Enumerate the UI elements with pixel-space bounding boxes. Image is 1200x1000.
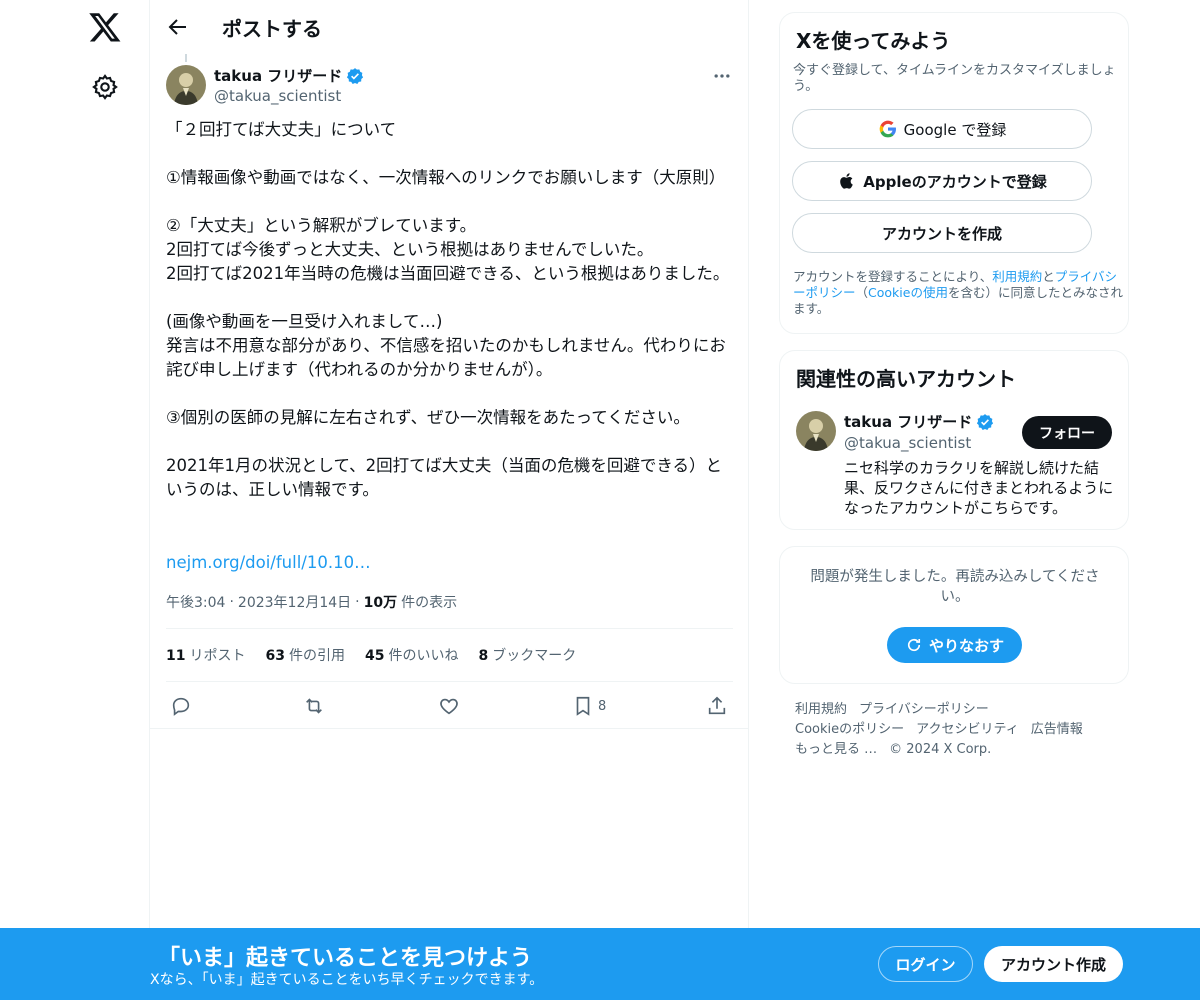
- tweet-stats: 11 リポスト 63 件の引用 45 件のいいね 8 ブックマーク: [166, 645, 576, 665]
- follow-button[interactable]: フォロー: [1022, 416, 1112, 449]
- footer-links: 利用規約 プライバシーポリシー Cookieのポリシー アクセシビリティ 広告情報 も…: [795, 700, 1125, 760]
- retry-button[interactable]: やりなおす: [887, 627, 1022, 663]
- related-bio: ニセ科学のカラクリを解説し続けた結果、反ワクさんに付きまとわれるようになったアカ…: [844, 459, 1114, 517]
- reposts-stat[interactable]: 11 リポスト: [166, 645, 245, 665]
- google-signup-label: Google で登録: [903, 120, 1007, 139]
- back-arrow-icon[interactable]: [166, 15, 190, 39]
- reply-icon: [172, 697, 190, 716]
- terms-link[interactable]: 利用規約: [992, 269, 1042, 284]
- bookmarks-stat[interactable]: 8 ブックマーク: [478, 645, 576, 665]
- quotes-stat[interactable]: 63 件の引用: [265, 645, 344, 665]
- top-bar: ポストする: [150, 0, 748, 56]
- error-card: 問題が発生しました。再読み込みしてください。 やりなおす: [779, 546, 1129, 684]
- footer-link[interactable]: 広告情報: [1031, 722, 1083, 737]
- copyright: © 2024 X Corp.: [889, 742, 992, 757]
- signup-banner: 「いま」起きていることを見つけよう Xなら、「いま」起きていることをいち早くチェ…: [0, 928, 1200, 1000]
- footer-link[interactable]: Cookieのポリシー: [795, 722, 904, 737]
- verified-badge-icon: [347, 67, 364, 84]
- login-button[interactable]: ログイン: [878, 946, 973, 982]
- like-button[interactable]: [438, 694, 462, 718]
- footer-link[interactable]: アクセシビリティ: [916, 722, 1019, 737]
- footer-link[interactable]: 利用規約: [795, 702, 847, 717]
- share-icon: [708, 696, 726, 715]
- action-bar: 8: [150, 690, 748, 722]
- main-column: ポストする takua フリザード @takua_scientist 「２回打て…: [150, 0, 749, 1000]
- related-handle[interactable]: @takua_scientist: [844, 434, 971, 452]
- tweet-meta: 午後3:04 · 2023年12月14日 · 10万 件の表示: [166, 592, 457, 612]
- google-icon: [879, 120, 896, 138]
- page-title: ポストする: [222, 17, 322, 41]
- related-title: 関連性の高いアカウント: [796, 367, 1016, 391]
- refresh-icon: [907, 638, 921, 652]
- page: ポストする takua フリザード @takua_scientist 「２回打て…: [0, 0, 1200, 1000]
- tweet-time[interactable]: 午後3:04: [166, 592, 225, 612]
- share-button[interactable]: [706, 694, 730, 718]
- meta-separator: ·: [229, 594, 234, 610]
- signup-card: Xを使ってみよう 今すぐ登録して、タイムラインをカスタマイズしましょう。 Goo…: [779, 12, 1129, 334]
- apple-icon: [840, 173, 854, 189]
- repost-icon: [306, 698, 322, 714]
- more-options-icon[interactable]: [712, 66, 732, 86]
- avatar[interactable]: [166, 65, 206, 105]
- apple-signup-label: Appleのアカウントで登録: [863, 172, 1047, 191]
- signup-subtitle: 今すぐ登録して、タイムラインをカスタマイズしましょう。: [793, 63, 1116, 94]
- terms-text: アカウントを登録することにより、利用規約とプライバシーポリシー（Cookieの使…: [793, 269, 1123, 316]
- author-name[interactable]: takua フリザード: [214, 65, 364, 86]
- tweet-link[interactable]: nejm.org/doi/full/10.10…: [166, 551, 371, 575]
- likes-stat[interactable]: 45 件のいいね: [365, 645, 458, 665]
- signup-title: Xを使ってみよう: [796, 29, 951, 53]
- thread-line: [185, 54, 187, 62]
- left-nav: [0, 0, 150, 1000]
- banner-subtitle: Xなら、「いま」起きていることをいち早くチェックできます。: [150, 972, 544, 988]
- footer-link[interactable]: プライバシーポリシー: [859, 702, 989, 717]
- related-accounts-card: 関連性の高いアカウント takua フリザード @takua_scientist…: [779, 350, 1129, 530]
- bookmark-button[interactable]: 8: [572, 694, 612, 718]
- repost-button[interactable]: [303, 694, 327, 718]
- retry-label: やりなおす: [928, 636, 1004, 655]
- divider: [150, 728, 748, 729]
- views-label: 件の表示: [401, 595, 458, 611]
- author-name-text: takua フリザード: [214, 67, 343, 85]
- x-logo-icon[interactable]: [88, 10, 122, 44]
- apple-signup-button[interactable]: Appleのアカウントで登録: [792, 161, 1092, 201]
- verified-badge-icon: [977, 413, 994, 430]
- cookie-link[interactable]: Cookieの使用: [868, 285, 948, 300]
- bookmark-count: 8: [598, 698, 607, 714]
- banner-create-account-button[interactable]: アカウント作成: [984, 946, 1123, 982]
- create-account-button[interactable]: アカウントを作成: [792, 213, 1092, 253]
- divider: [166, 681, 733, 682]
- related-name[interactable]: takua フリザード: [844, 411, 994, 432]
- error-message: 問題が発生しました。再読み込みしてください。: [810, 569, 1100, 605]
- divider: [166, 628, 733, 629]
- footer-link[interactable]: もっと見る …: [795, 742, 877, 757]
- related-avatar[interactable]: [796, 411, 836, 451]
- author-handle[interactable]: @takua_scientist: [214, 87, 341, 105]
- views-count: 10万: [363, 595, 398, 611]
- tweet-text: 「２回打てば大丈夫」について ①情報画像や動画ではなく、一次情報へのリンクでお願…: [166, 120, 730, 499]
- banner-title: 「いま」起きていることを見つけよう: [158, 946, 533, 971]
- gear-icon[interactable]: [91, 73, 119, 101]
- google-signup-button[interactable]: Google で登録: [792, 109, 1092, 149]
- tweet-date[interactable]: 2023年12月14日: [238, 592, 351, 612]
- heart-icon: [440, 698, 458, 715]
- reply-button[interactable]: [170, 694, 194, 718]
- bookmark-icon: [576, 696, 590, 716]
- meta-separator: ·: [355, 594, 360, 610]
